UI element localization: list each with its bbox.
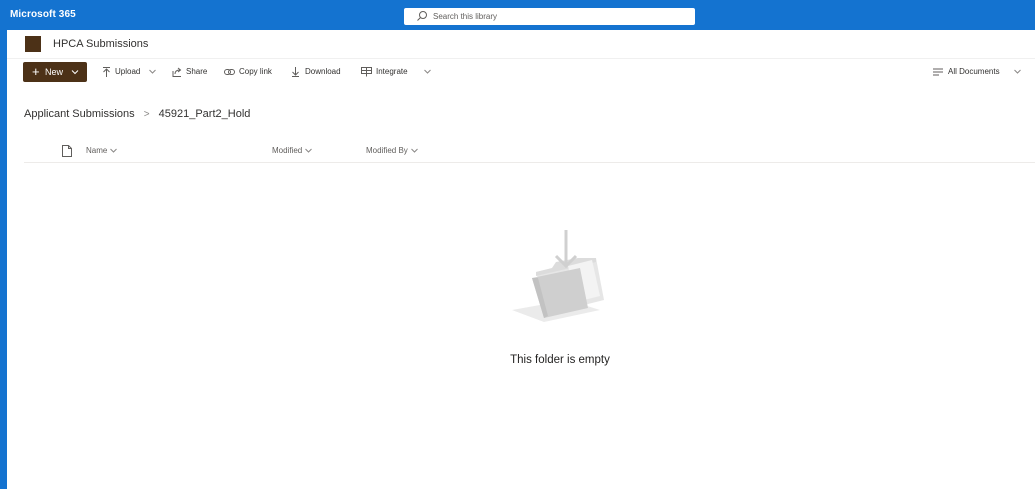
search-box[interactable]: Search this library <box>404 8 695 25</box>
chevron-down-icon <box>424 69 431 74</box>
breadcrumb-separator: > <box>143 108 150 120</box>
share-icon <box>172 67 182 77</box>
chevron-down-icon <box>305 148 313 153</box>
integrate-button[interactable]: Integrate <box>361 62 433 82</box>
copy-link-label: Copy link <box>239 67 272 76</box>
chevron-down-icon <box>410 148 418 153</box>
upload-label: Upload <box>115 67 141 76</box>
download-label: Download <box>305 67 341 76</box>
search-placeholder: Search this library <box>433 12 498 21</box>
column-header-name-label: Name <box>86 146 108 155</box>
chevron-down-icon <box>149 69 156 74</box>
chevron-down-icon <box>110 148 118 153</box>
plus-icon: + <box>32 64 40 79</box>
command-bar: + New Upload Share Copy link Download In… <box>7 58 1035 86</box>
chevron-down-icon <box>1014 69 1021 74</box>
file-type-icon[interactable] <box>62 145 72 157</box>
new-button-label: New <box>45 67 64 77</box>
share-button[interactable]: Share <box>172 62 214 82</box>
column-header-name[interactable]: Name <box>86 141 118 161</box>
column-header-modified[interactable]: Modified <box>272 141 313 161</box>
column-header-modified-by[interactable]: Modified By <box>366 141 418 161</box>
breadcrumb-item-applicant-submissions[interactable]: Applicant Submissions <box>24 108 135 120</box>
copy-link-button[interactable]: Copy link <box>224 62 280 82</box>
upload-button[interactable]: Upload <box>102 62 160 82</box>
breadcrumb-current-folder: 45921_Part2_Hold <box>158 108 251 121</box>
column-header-modified-label: Modified <box>272 146 303 155</box>
view-options-icon <box>933 68 943 76</box>
list-header: Name Modified Modified By <box>24 141 1035 163</box>
site-title[interactable]: HPCA Submissions <box>53 30 148 58</box>
empty-state-message: This folder is empty <box>510 354 610 366</box>
app-launcher-title[interactable]: Microsoft 365 <box>10 0 76 30</box>
window-frame-left <box>0 30 7 489</box>
download-icon <box>292 67 299 77</box>
site-header: HPCA Submissions <box>7 30 1035 58</box>
view-selector-label: All Documents <box>948 67 1000 76</box>
column-header-modified-by-label: Modified By <box>366 146 408 155</box>
chevron-down-icon <box>71 70 79 75</box>
link-icon <box>224 69 235 75</box>
view-selector[interactable]: All Documents <box>933 62 1023 82</box>
search-icon <box>417 11 427 21</box>
breadcrumb: Applicant Submissions > 45921_Part2_Hold <box>24 108 250 120</box>
download-button[interactable]: Download <box>291 62 351 82</box>
share-label: Share <box>186 67 208 76</box>
integrate-icon <box>361 67 372 77</box>
upload-icon <box>103 67 110 77</box>
new-button[interactable]: + New <box>23 62 87 82</box>
empty-folder-illustration <box>512 230 604 322</box>
suite-bar: Microsoft 365 Search this library <box>0 0 1035 30</box>
site-logo[interactable] <box>25 36 41 52</box>
integrate-label: Integrate <box>376 67 408 76</box>
